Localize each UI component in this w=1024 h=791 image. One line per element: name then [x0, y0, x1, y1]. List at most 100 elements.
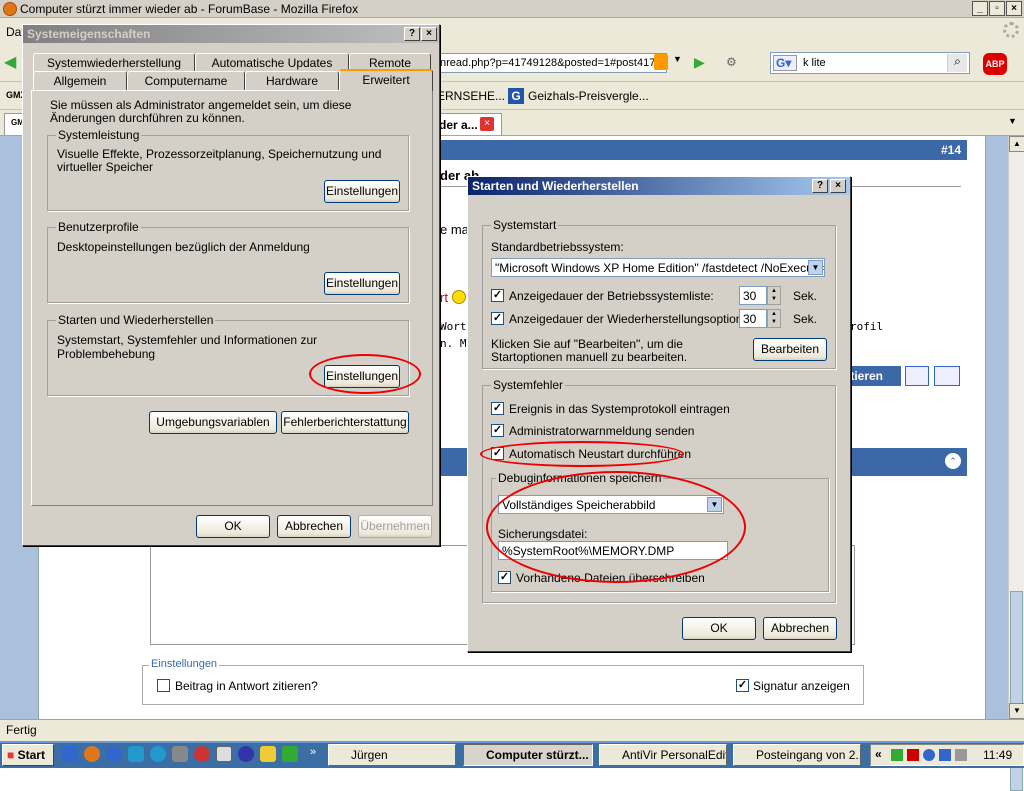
url-bar[interactable]: nread.php?p=41749128&posted=1#post417 [437, 53, 667, 73]
app-icon[interactable] [260, 746, 276, 762]
environment-variables-button[interactable]: Umgebungsvariablen [149, 411, 277, 434]
search-engine-icon[interactable]: G▾ [773, 55, 797, 71]
tab-advanced[interactable]: Erweitert [339, 69, 433, 91]
system-tray: « 11:49 [870, 744, 1024, 766]
tab-auto-updates[interactable]: Automatische Updates [195, 53, 349, 73]
sysprops-cancel-button[interactable]: Abbrechen [277, 515, 351, 538]
close-button[interactable]: × [1006, 1, 1022, 16]
app-icon[interactable] [194, 746, 210, 762]
quote-label: Beitrag in Antwort zitieren? [175, 679, 318, 693]
performance-settings-button[interactable]: Einstellungen [324, 180, 400, 203]
red-annotation-oval [309, 354, 421, 394]
tab-computer-name[interactable]: Computername [127, 71, 245, 91]
help-button[interactable]: ? [404, 27, 420, 41]
default-os-label: Standardbetriebssystem: [491, 240, 624, 254]
default-os-value: "Microsoft Windows XP Home Edition" /fas… [495, 261, 825, 275]
network-icon[interactable] [939, 749, 951, 761]
tab-list-icon[interactable]: ▼ [1008, 116, 1022, 126]
page-scrollbar[interactable]: ▲ ▼ [1008, 136, 1024, 791]
start-button[interactable]: ■ Start [2, 744, 54, 766]
profiles-settings-button[interactable]: Einstellungen [324, 272, 400, 295]
quote-button[interactable]: itieren [843, 366, 901, 386]
show-desktop-icon[interactable] [62, 746, 78, 762]
tab-hardware[interactable]: Hardware [245, 71, 339, 91]
tray-app-icon[interactable] [891, 749, 903, 761]
systemstart-group: Systemstart Standardbetriebssystem: "Mic… [482, 218, 836, 369]
url-text: nread.php?p=41749128&posted=1#post417 [440, 57, 656, 69]
sysprops-close-button[interactable]: × [421, 27, 437, 41]
recovery-options-label: Anzeigedauer der Wiederherstellungsoptio… [509, 312, 760, 326]
antivir-tray-icon[interactable] [907, 749, 919, 761]
startup-ok-button[interactable]: OK [682, 617, 756, 640]
calendar-icon[interactable] [216, 746, 232, 762]
app-icon[interactable] [172, 746, 188, 762]
addon-icon[interactable]: ⚙ [726, 55, 742, 71]
adblock-icon[interactable]: ABP [983, 53, 1007, 75]
ie-icon[interactable] [128, 746, 144, 762]
error-reporting-button[interactable]: Fehlerberichterstattung [281, 411, 409, 434]
media-player-icon[interactable] [238, 746, 254, 762]
app-icon[interactable] [150, 746, 166, 762]
scroll-down-icon[interactable]: ▼ [1009, 703, 1024, 719]
write-event-label: Ereignis in das Systemprotokoll eintrage… [509, 402, 730, 416]
search-box[interactable]: G▾ k lite ⌕ [770, 52, 970, 74]
bookmark-fernsehen[interactable]: ERNSEHE... [437, 89, 505, 103]
tray-app-icon[interactable] [923, 749, 935, 761]
edit-button[interactable]: Bearbeiten [753, 338, 827, 361]
post-text-snippet: e ma [440, 222, 469, 237]
os-list-seconds-input[interactable]: 30 [739, 286, 767, 305]
default-os-select[interactable]: "Microsoft Windows XP Home Edition" /fas… [491, 258, 825, 277]
profiles-text: Desktopeinstellungen bezüglich der Anmel… [57, 240, 310, 254]
taskbar-item-antivir[interactable]: AntiVir PersonalEdit... [599, 744, 727, 766]
restore-button[interactable]: ▫ [989, 1, 1005, 16]
quicklaunch-overflow-icon[interactable]: » [310, 746, 320, 762]
tab-close-icon[interactable]: × [480, 117, 494, 131]
url-dropdown-icon[interactable]: ▼ [673, 54, 687, 72]
collapse-icon[interactable]: ⌃ [945, 453, 961, 469]
minimize-button[interactable]: _ [972, 1, 988, 16]
startup-cancel-button[interactable]: Abbrechen [763, 617, 837, 640]
edit-post-icon[interactable] [934, 366, 960, 386]
scroll-up-icon[interactable]: ▲ [1009, 136, 1024, 152]
tab-general[interactable]: Allgemein [33, 71, 127, 91]
post-number: #14 [940, 143, 961, 157]
taskbar-item-firefox[interactable]: Computer stürzt... [463, 744, 593, 766]
status-text: Fertig [6, 723, 37, 737]
excel-icon[interactable] [282, 746, 298, 762]
back-icon[interactable]: ◀ [4, 52, 22, 72]
performance-group: Systemleistung Visuelle Effekte, Prozess… [47, 128, 409, 211]
tab-system-restore[interactable]: Systemwiederherstellung [33, 53, 195, 73]
os-list-checkbox[interactable]: ✓ [491, 289, 504, 302]
write-event-checkbox[interactable]: ✓ [491, 402, 504, 415]
search-input[interactable]: k lite [803, 57, 826, 69]
browser-titlebar: Computer stürzt immer wieder ab - ForumB… [0, 0, 1024, 18]
tray-expand-icon[interactable]: « [875, 747, 882, 761]
systemstart-legend: Systemstart [491, 218, 559, 232]
bookmark-geizhals[interactable]: Geizhals-Preisvergle... [528, 89, 649, 103]
sysprops-ok-button[interactable]: OK [196, 515, 270, 538]
settings-legend: Einstellungen [149, 658, 220, 670]
taskbar-item-mail[interactable]: Posteingang von 2... [733, 744, 861, 766]
taskbar-item-folder[interactable]: Jürgen [328, 744, 456, 766]
volume-icon[interactable] [955, 749, 967, 761]
rss-icon[interactable] [654, 54, 668, 70]
signature-checkbox[interactable]: ✓ [736, 679, 749, 692]
sysprops-apply-button[interactable]: Übernehmen [358, 515, 432, 538]
startup-help-button[interactable]: ? [812, 179, 828, 193]
search-icon[interactable]: ⌕ [947, 54, 967, 72]
startup-title: Starten und Wiederherstellen [472, 179, 639, 193]
dropdown-arrow-icon[interactable]: ▼ [808, 260, 823, 275]
recovery-options-checkbox[interactable]: ✓ [491, 312, 504, 325]
thunderbird-icon[interactable] [106, 746, 122, 762]
recovery-seconds-input[interactable]: 30 [739, 309, 767, 328]
os-list-spinner[interactable]: ▲ ▼ [767, 286, 781, 305]
recovery-spinner[interactable]: ▲ ▼ [767, 309, 781, 328]
go-icon[interactable]: ▶ [694, 54, 712, 72]
multiquote-icon[interactable] [905, 366, 929, 386]
profile-link[interactable]: rofil [850, 320, 883, 333]
overwrite-checkbox[interactable]: ✓ [498, 571, 511, 584]
quote-checkbox[interactable] [157, 679, 170, 692]
startup-close-button[interactable]: × [830, 179, 846, 193]
admin-alert-checkbox[interactable]: ✓ [491, 424, 504, 437]
firefox-quicklaunch-icon[interactable] [84, 746, 100, 762]
